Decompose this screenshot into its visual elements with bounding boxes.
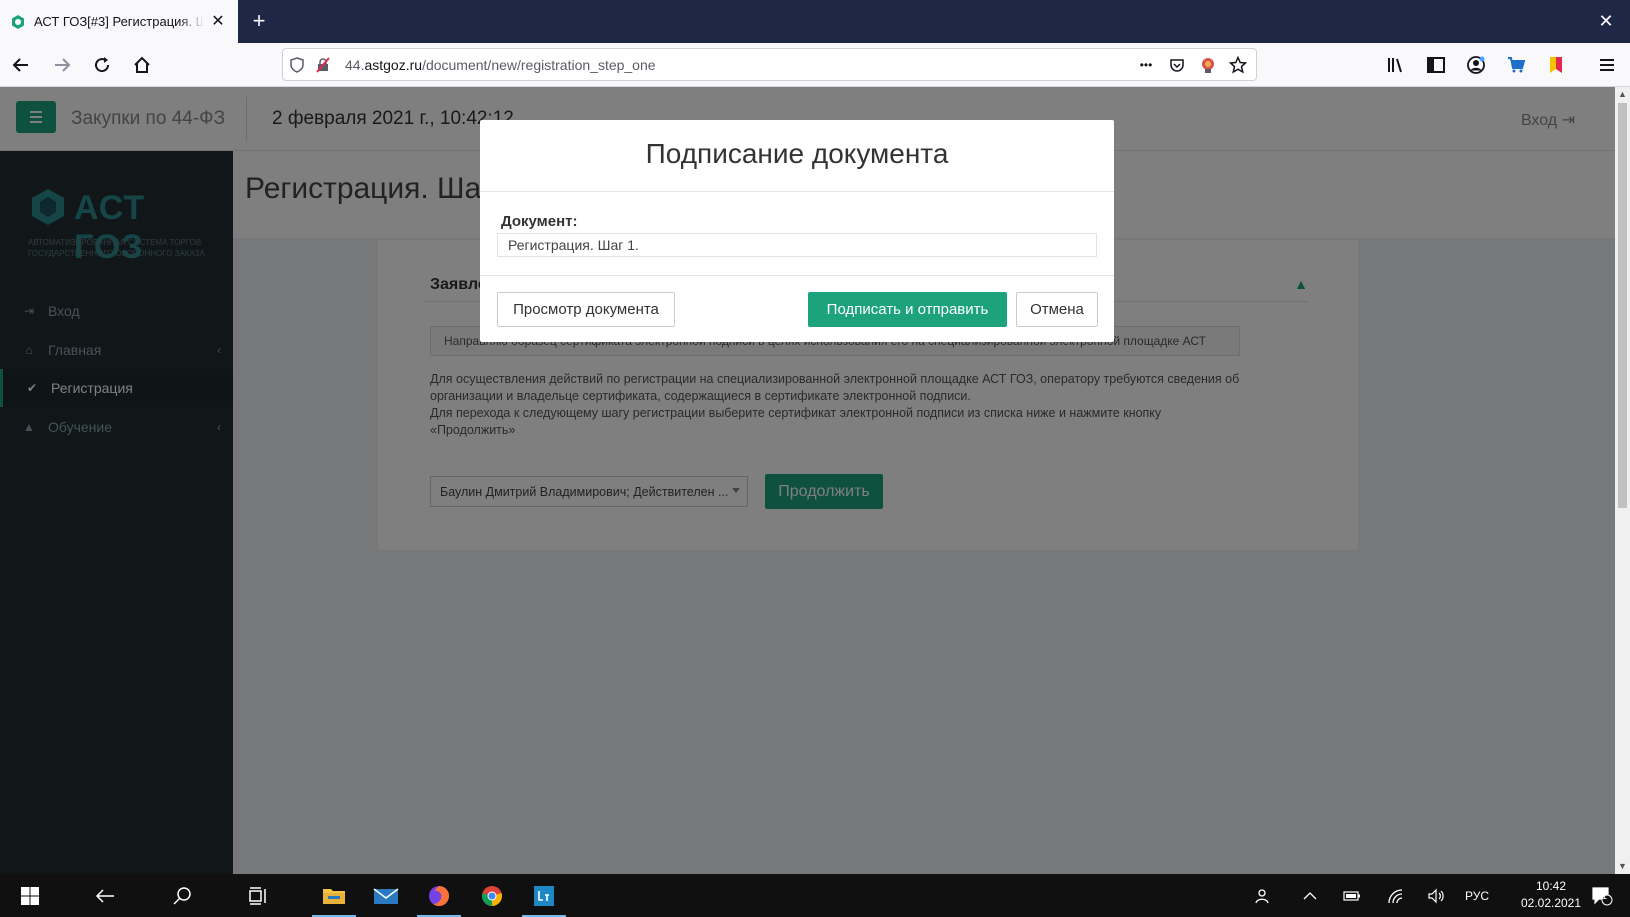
back-arrow-icon[interactable] [81, 874, 129, 917]
scroll-thumb[interactable] [1618, 103, 1627, 508]
task-view-icon[interactable] [235, 874, 283, 917]
reload-icon[interactable] [87, 50, 117, 80]
notification-center-icon[interactable]: 1 [1588, 886, 1616, 906]
scroll-down-icon[interactable]: ▼ [1615, 859, 1630, 874]
home-icon[interactable] [127, 50, 157, 80]
document-field: Регистрация. Шаг 1. [497, 233, 1097, 257]
people-icon[interactable] [1252, 886, 1274, 906]
forward-icon[interactable] [47, 50, 77, 80]
wifi-icon[interactable] [1384, 886, 1406, 906]
cart-icon[interactable] [1501, 50, 1531, 80]
tab-title: АСТ ГОЗ[#3] Регистрация. Ш [34, 14, 204, 29]
new-tab-icon[interactable]: + [248, 10, 270, 32]
windows-start-icon[interactable] [6, 874, 54, 917]
browser-tab[interactable]: АСТ ГОЗ[#3] Регистрация. Ш ✕ [0, 0, 238, 43]
extension-icon[interactable] [1197, 54, 1219, 76]
file-explorer-icon[interactable] [310, 874, 358, 917]
url-text[interactable]: 44.astgoz.ru/document/new/registration_s… [345, 57, 656, 73]
sidebar-toggle-icon[interactable] [1421, 50, 1451, 80]
insecure-lock-icon[interactable] [312, 54, 334, 76]
sign-document-modal: Подписание документа Документ: Регистрац… [480, 120, 1114, 342]
flag-extension-icon[interactable] [1541, 50, 1571, 80]
mail-icon[interactable] [362, 874, 410, 917]
firefox-icon[interactable] [415, 874, 463, 917]
clock-time: 10:42 [1535, 879, 1567, 893]
account-icon[interactable] [1461, 50, 1491, 80]
back-icon[interactable] [6, 50, 36, 80]
window-close-icon[interactable]: ✕ [1596, 11, 1616, 31]
browser-nav-bar: 44.astgoz.ru/document/new/registration_s… [0, 43, 1630, 87]
site-favicon-icon [12, 14, 24, 29]
app-window-icon[interactable] [520, 874, 568, 917]
modal-divider [480, 275, 1114, 276]
search-icon[interactable] [158, 874, 206, 917]
library-icon[interactable] [1381, 50, 1411, 80]
document-label: Документ: [501, 213, 578, 230]
url-bar[interactable]: 44.astgoz.ru/document/new/registration_s… [282, 48, 1257, 81]
view-document-button[interactable]: Просмотр документа [497, 292, 675, 327]
language-indicator[interactable]: РУС [1462, 886, 1492, 906]
scroll-up-icon[interactable]: ▲ [1615, 87, 1630, 102]
cancel-button[interactable]: Отмена [1016, 292, 1098, 327]
page-scrollbar[interactable]: ▲ ▼ [1615, 87, 1630, 874]
modal-title: Подписание документа [645, 138, 949, 169]
taskbar-clock[interactable]: 10:42 02.02.2021 [1516, 878, 1586, 912]
menu-icon[interactable] [1592, 50, 1622, 80]
shield-icon[interactable] [286, 54, 308, 76]
browser-tab-bar: АСТ ГОЗ[#3] Регистрация. Ш ✕ + ✕ [0, 0, 1630, 43]
battery-icon[interactable] [1341, 886, 1363, 906]
clock-date: 02.02.2021 [1520, 896, 1582, 910]
url-path: /document/new/registration_step_one [422, 57, 656, 73]
notification-count: 1 [1602, 891, 1608, 901]
page-actions-icon[interactable]: ••• [1135, 54, 1157, 76]
modal-divider [480, 191, 1114, 192]
sign-and-send-button[interactable]: Подписать и отправить [808, 292, 1007, 327]
url-prefix: 44. [345, 57, 365, 73]
chrome-icon[interactable] [468, 874, 516, 917]
url-host: astgoz.ru [364, 57, 423, 73]
tab-close-icon[interactable]: ✕ [208, 12, 228, 32]
chevron-up-icon[interactable] [1299, 886, 1321, 906]
windows-taskbar: РУС 10:42 02.02.2021 1 [0, 874, 1630, 917]
volume-icon[interactable] [1425, 886, 1447, 906]
bookmark-star-icon[interactable] [1227, 54, 1249, 76]
pocket-icon[interactable] [1166, 54, 1188, 76]
